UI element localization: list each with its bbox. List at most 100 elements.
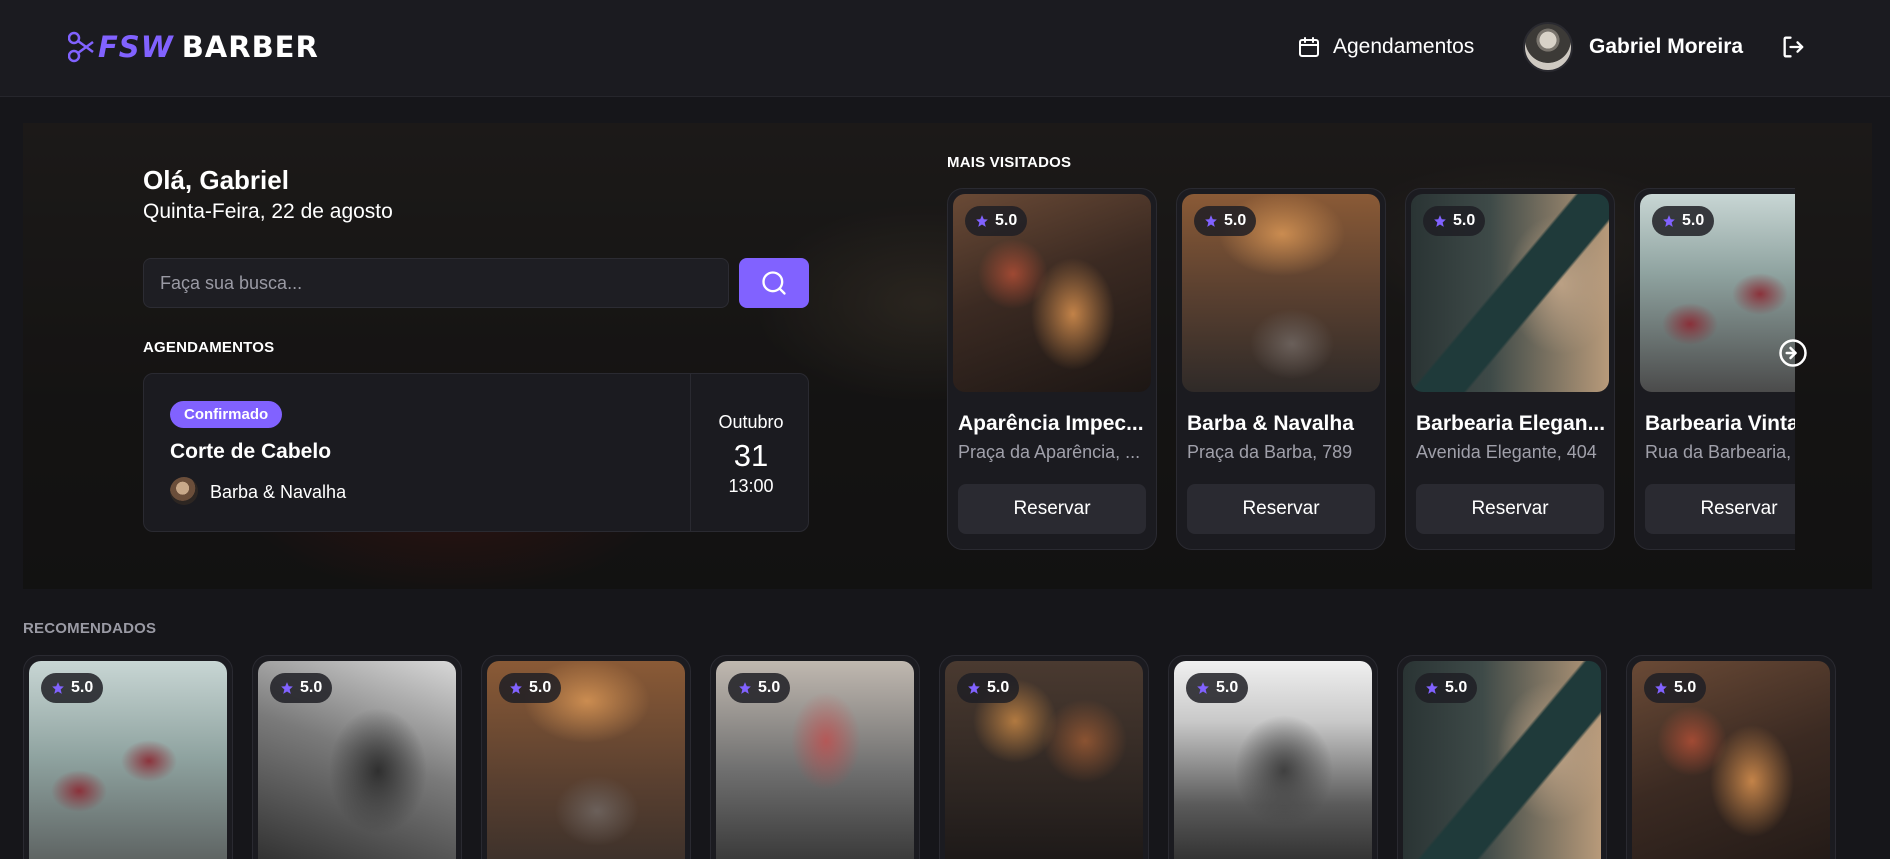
rating-value: 5.0 [1453, 212, 1476, 229]
star-icon [968, 682, 980, 694]
rating-badge: 5.0 [1652, 206, 1715, 236]
bookings-nav-label: Agendamentos [1333, 35, 1475, 58]
recommended-carousel: 5.0 5.0 5.0 5.0 5.0 5.0 5.0 5.0 [23, 655, 1890, 859]
shop-image: 5.0 [1632, 661, 1830, 859]
greeting: Olá, Gabriel [143, 165, 289, 195]
current-date: Quinta-Feira, 22 de agosto [143, 200, 393, 223]
recommended-shop-card[interactable]: 5.0 [1397, 655, 1607, 859]
shop-image: 5.0 [258, 661, 456, 859]
rating-badge: 5.0 [270, 673, 333, 703]
rating-value: 5.0 [1216, 679, 1239, 696]
rating-value: 5.0 [995, 212, 1018, 229]
rating-badge: 5.0 [965, 206, 1028, 236]
star-icon [1663, 215, 1675, 227]
star-icon [976, 215, 988, 227]
shop-image: 5.0 [1411, 194, 1609, 392]
popular-shop-card[interactable]: 5.0 Barba & Navalha Praça da Barba, 789 … [1176, 188, 1386, 550]
shop-avatar [170, 477, 198, 505]
rating-value: 5.0 [71, 679, 94, 696]
shop-image: 5.0 [1640, 194, 1795, 392]
logo-barber-text: BARBER [181, 30, 319, 64]
recommended-shop-card[interactable]: 5.0 [1626, 655, 1836, 859]
rating-value: 5.0 [1224, 212, 1247, 229]
star-icon [510, 682, 522, 694]
rating-value: 5.0 [1682, 212, 1705, 229]
rating-badge: 5.0 [499, 673, 562, 703]
reserve-button[interactable]: Reservar [1187, 484, 1375, 534]
logout-icon[interactable] [1780, 33, 1808, 61]
recommended-section-title: RECOMENDADOS [23, 620, 157, 637]
logo-fsw-text: FSW [98, 30, 174, 64]
booking-details: Confirmado Corte de Cabelo Barba & Naval… [144, 374, 690, 531]
recommended-shop-card[interactable]: 5.0 [23, 655, 233, 859]
bookings-section-title: AGENDAMENTOS [143, 339, 275, 356]
recommended-shop-card[interactable]: 5.0 [252, 655, 462, 859]
shop-image: 5.0 [1182, 194, 1380, 392]
popular-shop-card[interactable]: 5.0 Barbearia Vinta Rua da Barbearia, Re… [1634, 188, 1795, 550]
reserve-button[interactable]: Reservar [1645, 484, 1795, 534]
shop-image: 5.0 [1403, 661, 1601, 859]
reserve-button[interactable]: Reservar [958, 484, 1146, 534]
popular-section-title: MAIS VISITADOS [947, 154, 1072, 171]
shop-name: Barba & Navalha [1187, 412, 1354, 435]
user-name: Gabriel Moreira [1589, 35, 1744, 58]
rating-value: 5.0 [1445, 679, 1468, 696]
rating-badge: 5.0 [1194, 206, 1257, 236]
calendar-icon [1299, 37, 1319, 57]
booking-month: Outubro [718, 412, 784, 432]
shop-image: 5.0 [716, 661, 914, 859]
rating-value: 5.0 [300, 679, 323, 696]
rating-value: 5.0 [1674, 679, 1697, 696]
app-logo[interactable]: FSW BARBER [68, 28, 319, 66]
star-icon [1205, 215, 1217, 227]
star-icon [1197, 682, 1209, 694]
star-icon [1434, 215, 1446, 227]
search-input[interactable] [143, 258, 729, 308]
search-button[interactable] [739, 258, 809, 308]
recommended-shop-card[interactable]: 5.0 [710, 655, 920, 859]
popular-shop-card[interactable]: 5.0 Aparência Impec... Praça da Aparênci… [947, 188, 1157, 550]
recommended-shop-card[interactable]: 5.0 [939, 655, 1149, 859]
user-avatar[interactable] [1523, 22, 1573, 72]
booking-card[interactable]: Confirmado Corte de Cabelo Barba & Naval… [143, 373, 809, 532]
chevron-right-circle-icon[interactable] [1778, 338, 1808, 368]
star-icon [52, 682, 64, 694]
recommended-shop-card[interactable]: 5.0 [481, 655, 691, 859]
booking-shop-name: Barba & Navalha [210, 482, 347, 502]
shop-name: Barbearia Elegan... [1416, 412, 1606, 435]
shop-image: 5.0 [487, 661, 685, 859]
rating-badge: 5.0 [1186, 673, 1249, 703]
recommended-shop-card[interactable]: 5.0 [1168, 655, 1378, 859]
rating-badge: 5.0 [1644, 673, 1707, 703]
booking-time: 13:00 [728, 476, 774, 496]
rating-value: 5.0 [987, 679, 1010, 696]
rating-badge: 5.0 [1415, 673, 1478, 703]
shop-image: 5.0 [945, 661, 1143, 859]
scissors-logo-icon [68, 31, 94, 63]
shop-address: Avenida Elegante, 404 [1416, 442, 1597, 462]
popular-carousel: 5.0 Aparência Impec... Praça da Aparênci… [947, 188, 1795, 550]
bookings-nav-button[interactable]: Agendamentos [1297, 30, 1474, 64]
rating-value: 5.0 [758, 679, 781, 696]
star-icon [739, 682, 751, 694]
booking-day: 31 [733, 438, 769, 473]
star-icon [1655, 682, 1667, 694]
rating-value: 5.0 [529, 679, 552, 696]
rating-badge: 5.0 [728, 673, 791, 703]
star-icon [1426, 682, 1438, 694]
booking-service-name: Corte de Cabelo [170, 440, 332, 463]
shop-address: Praça da Barba, 789 [1187, 442, 1353, 462]
reserve-button[interactable]: Reservar [1416, 484, 1604, 534]
rating-badge: 5.0 [957, 673, 1020, 703]
star-icon [281, 682, 293, 694]
shop-image: 5.0 [953, 194, 1151, 392]
shop-name: Aparência Impec... [958, 412, 1144, 435]
shop-address: Rua da Barbearia, [1645, 442, 1792, 462]
top-header: FSW BARBER Agendamentos Gabriel Moreira [0, 0, 1890, 97]
popular-shop-card[interactable]: 5.0 Barbearia Elegan... Avenida Elegante… [1405, 188, 1615, 550]
booking-date-panel: Outubro 31 13:00 [690, 374, 808, 531]
rating-badge: 5.0 [41, 673, 104, 703]
shop-image: 5.0 [1174, 661, 1372, 859]
shop-address: Praça da Aparência, ... [958, 442, 1141, 462]
shop-image: 5.0 [29, 661, 227, 859]
